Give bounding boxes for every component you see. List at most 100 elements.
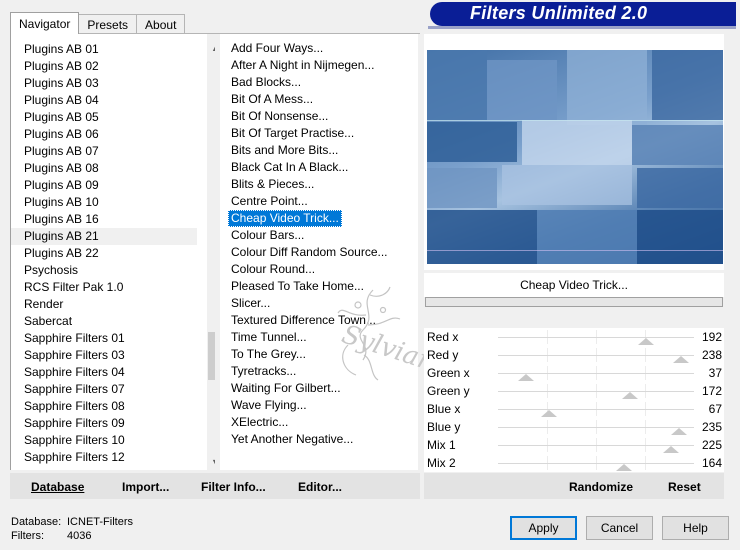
scrollbar-thumb[interactable] — [208, 332, 215, 380]
category-item[interactable]: Sapphire Filters 12 — [11, 449, 197, 466]
slider-track[interactable] — [498, 463, 694, 464]
filter-info-button[interactable]: Filter Info... — [201, 480, 266, 494]
scroll-down-icon[interactable]: ▼ — [207, 453, 215, 470]
filter-item[interactable]: Yet Another Negative... — [228, 431, 356, 448]
filter-item[interactable]: Bit Of Target Practise... — [228, 125, 357, 142]
category-item[interactable]: Sabercat — [11, 313, 197, 330]
slider-track[interactable] — [498, 355, 694, 356]
category-items: Plugins AB 01 Plugins AB 02 Plugins AB 03 P… — [11, 41, 197, 466]
filter-item[interactable]: Slicer... — [228, 295, 273, 312]
slider-row: Blue y 235 — [424, 418, 724, 436]
scroll-up-icon[interactable]: ▲ — [207, 39, 215, 56]
category-item[interactable]: Plugins AB 07 — [11, 143, 197, 160]
apply-button[interactable]: Apply — [510, 516, 577, 540]
slider-value: 164 — [701, 456, 722, 470]
category-item[interactable]: Plugins AB 06 — [11, 126, 197, 143]
slider-value: 225 — [701, 438, 722, 452]
cancel-button[interactable]: Cancel — [586, 516, 653, 540]
filter-item[interactable]: After A Night in Nijmegen... — [228, 57, 377, 74]
slider-thumb[interactable] — [637, 338, 654, 345]
slider-thumb[interactable] — [541, 410, 558, 417]
category-item[interactable]: Plugins AB 01 — [11, 41, 197, 58]
category-item[interactable]: Plugins AB 03 — [11, 75, 197, 92]
slider-thumb[interactable] — [616, 464, 633, 471]
slider-label: Red y — [427, 348, 459, 362]
category-item[interactable]: Plugins AB 04 — [11, 92, 197, 109]
filter-item[interactable]: To The Grey... — [228, 346, 309, 363]
tab-navigator[interactable]: Navigator — [10, 12, 80, 34]
filter-item[interactable]: Colour Round... — [228, 261, 318, 278]
filter-row: Bit Of Target Practise... — [228, 125, 391, 142]
filter-item[interactable]: XElectric... — [228, 414, 291, 431]
app-title: Filters Unlimited 2.0 — [470, 3, 648, 23]
slider-row: Mix 1 225 — [424, 436, 724, 454]
category-item[interactable]: Sapphire Filters 03 — [11, 347, 197, 364]
category-item[interactable]: Plugins AB 16 — [11, 211, 197, 228]
filter-item[interactable]: Bad Blocks... — [228, 74, 304, 91]
filter-row: Add Four Ways... — [228, 40, 391, 57]
reset-button[interactable]: Reset — [668, 480, 701, 494]
category-item[interactable]: Sapphire Filters 01 — [11, 330, 197, 347]
category-item[interactable]: Plugins AB 09 — [11, 177, 197, 194]
slider-track[interactable] — [498, 391, 694, 392]
category-item[interactable]: Sapphire Filters 10 — [11, 432, 197, 449]
filter-item[interactable]: Cheap Video Trick... — [228, 210, 342, 227]
category-item[interactable]: Plugins AB 22 — [11, 245, 197, 262]
database-label: Database: — [11, 516, 62, 528]
slider-label: Green x — [427, 366, 470, 380]
filter-item[interactable]: Time Tunnel... — [228, 329, 310, 346]
category-item[interactable]: RCS Filter Pak 1.0 — [11, 279, 197, 296]
filters-label: Filters: — [11, 530, 44, 542]
category-list[interactable]: Plugins AB 01 Plugins AB 02 Plugins AB 03 P… — [10, 34, 215, 470]
randomize-button[interactable]: Randomize — [569, 480, 633, 494]
slider-thumb[interactable] — [662, 446, 679, 453]
filter-item[interactable]: Centre Point... — [228, 193, 311, 210]
filter-row: Colour Round... — [228, 261, 391, 278]
filter-item[interactable]: Blits & Pieces... — [228, 176, 317, 193]
slider-track[interactable] — [498, 337, 694, 338]
category-item[interactable]: Plugins AB 05 — [11, 109, 197, 126]
slider-thumb[interactable] — [518, 374, 535, 381]
filter-item[interactable]: Colour Bars... — [228, 227, 307, 244]
import-button[interactable]: Import... — [122, 480, 169, 494]
category-item[interactable]: Plugins AB 10 — [11, 194, 197, 211]
status-area: Database: ICNET-Filters Filters: 4036 — [11, 515, 133, 543]
category-item[interactable]: Sapphire Filters 07 — [11, 381, 197, 398]
tab-about[interactable]: About — [136, 14, 186, 34]
category-item[interactable]: Render — [11, 296, 197, 313]
slider-track[interactable] — [498, 427, 694, 428]
category-item[interactable]: Plugins AB 21 — [11, 228, 197, 245]
slider-track[interactable] — [498, 409, 694, 410]
filter-row: Centre Point... — [228, 193, 391, 210]
slider-row: Green x 37 — [424, 364, 724, 382]
filter-item[interactable]: Bit Of Nonsense... — [228, 108, 331, 125]
filter-item[interactable]: Tyretracks... — [228, 363, 299, 380]
category-item[interactable]: Plugins AB 02 — [11, 58, 197, 75]
database-button[interactable]: Database — [31, 480, 84, 494]
category-scrollbar[interactable]: ▲ ▼ — [207, 34, 215, 470]
filter-item[interactable]: Bits and More Bits... — [228, 142, 341, 159]
slider-row: Blue x 67 — [424, 400, 724, 418]
filter-item[interactable]: Wave Flying... — [228, 397, 310, 414]
tab-presets[interactable]: Presets — [78, 14, 138, 34]
help-button[interactable]: Help — [662, 516, 729, 540]
tab-bar: Navigator Presets About — [10, 12, 186, 34]
banner-accent-line — [428, 26, 736, 29]
editor-button[interactable]: Editor... — [298, 480, 342, 494]
filter-item[interactable]: Black Cat In A Black... — [228, 159, 351, 176]
slider-value: 37 — [708, 366, 722, 380]
filter-item[interactable]: Colour Diff Random Source... — [228, 244, 391, 261]
category-item[interactable]: Sapphire Filters 08 — [11, 398, 197, 415]
category-item[interactable]: Sapphire Filters 04 — [11, 364, 197, 381]
category-item[interactable]: Plugins AB 08 — [11, 160, 197, 177]
filter-item[interactable]: Bit Of A Mess... — [228, 91, 316, 108]
slider-value: 192 — [701, 330, 722, 344]
slider-thumb[interactable] — [672, 356, 689, 363]
slider-label: Mix 1 — [427, 438, 456, 452]
category-item[interactable]: Sapphire Filters 09 — [11, 415, 197, 432]
filter-item[interactable]: Add Four Ways... — [228, 40, 326, 57]
slider-thumb[interactable] — [670, 428, 687, 435]
filters-count: 4036 — [67, 530, 92, 542]
category-item[interactable]: Psychosis — [11, 262, 197, 279]
slider-thumb[interactable] — [622, 392, 639, 399]
